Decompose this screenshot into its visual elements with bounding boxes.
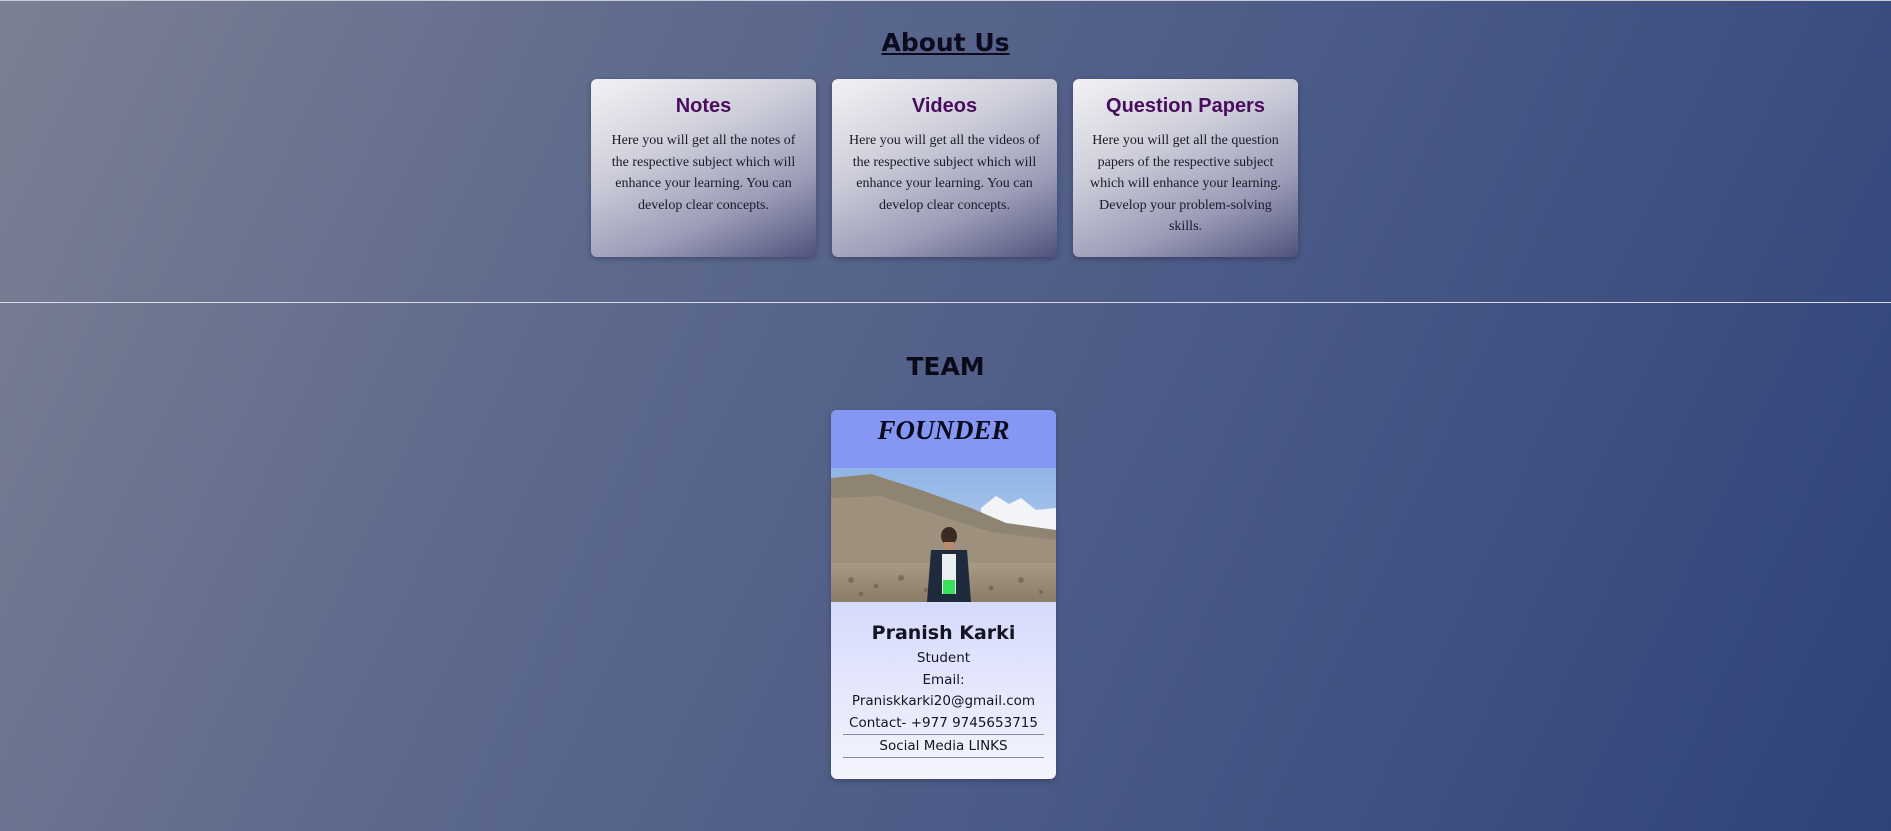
question-papers-card-text: Here you will get all the question paper… xyxy=(1090,133,1281,234)
about-section: About Us Notes Here you will get all the… xyxy=(0,0,1891,302)
videos-card-title: Videos xyxy=(911,95,978,117)
notes-card-text: Here you will get all the notes of the r… xyxy=(611,133,796,213)
founder-info: Pranish Karki Student Email: Praniskkark… xyxy=(831,602,1056,758)
founder-email-label: Email: xyxy=(922,671,965,688)
founder-occupation: Student xyxy=(916,650,971,666)
founder-role-band: FOUNDER xyxy=(831,410,1056,468)
feature-cards: Notes Here you will get all the notes of… xyxy=(591,79,1298,257)
notes-card-title: Notes xyxy=(675,95,732,117)
videos-card[interactable]: Videos Here you will get all the videos … xyxy=(832,79,1057,257)
about-title: About Us xyxy=(881,28,1010,57)
founder-contact: Contact- +977 9745653715 xyxy=(849,714,1038,731)
founder-email[interactable]: Praniskkarki20@gmail.com xyxy=(831,691,1056,713)
section-divider xyxy=(0,302,1891,303)
videos-card-text: Here you will get all the videos of the … xyxy=(849,133,1040,213)
question-papers-card-title: Question Papers xyxy=(1106,95,1265,117)
question-papers-card[interactable]: Question Papers Here you will get all th… xyxy=(1073,79,1298,257)
social-media-links[interactable]: Social Media LINKS xyxy=(843,734,1044,758)
founder-card: FOUNDER Pranish Karki Student Email: Pra… xyxy=(831,410,1056,779)
founder-role: FOUNDER xyxy=(877,415,1010,445)
founder-name: Pranish Karki xyxy=(871,622,1016,644)
notes-card[interactable]: Notes Here you will get all the notes of… xyxy=(591,79,816,257)
team-title: TEAM xyxy=(906,352,985,381)
founder-photo xyxy=(831,468,1056,602)
